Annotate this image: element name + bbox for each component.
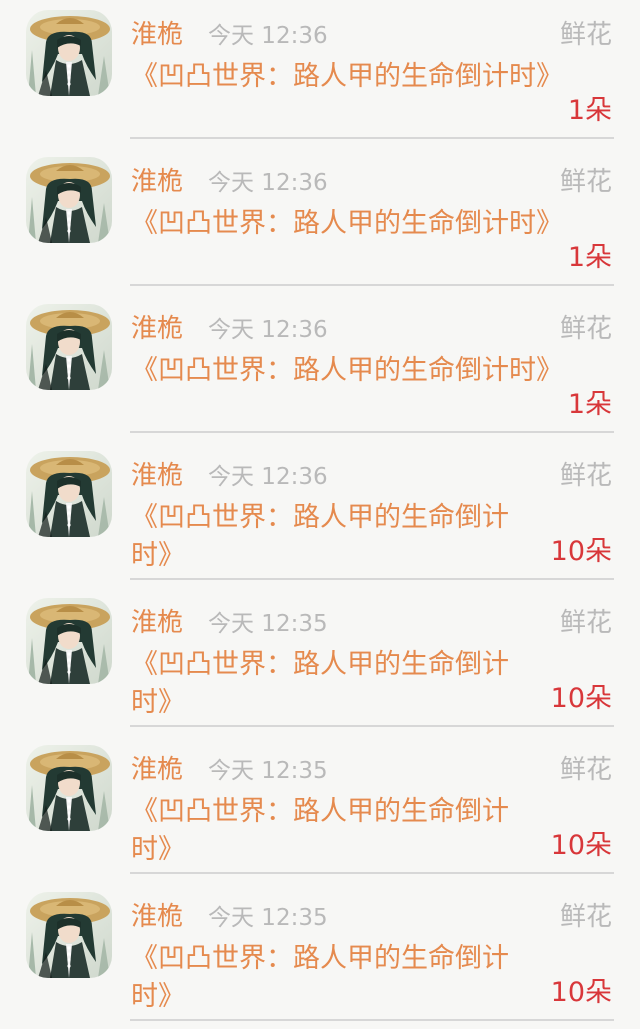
gift-record-item[interactable]: 淮桅 今天 12:36 鲜花 《凹凸世界：路人甲的生命倒计时》 1朵 bbox=[0, 294, 640, 441]
book-title[interactable]: 《凹凸世界：路人甲的生命倒计时》 bbox=[131, 940, 531, 1016]
sender-name[interactable]: 淮桅 bbox=[131, 460, 183, 492]
avatar[interactable] bbox=[26, 745, 112, 831]
gift-count: 1朵 bbox=[567, 95, 612, 126]
gift-type-label: 鲜花 bbox=[559, 167, 612, 197]
gift-count: 1朵 bbox=[567, 242, 612, 273]
gift-type-label: 鲜花 bbox=[559, 755, 612, 785]
sender-name[interactable]: 淮桅 bbox=[131, 901, 183, 933]
gift-record-item[interactable]: 淮桅 今天 12:35 鲜花 《凹凸世界：路人甲的生命倒计时》 10朵 bbox=[0, 882, 640, 1029]
gift-type-label: 鲜花 bbox=[559, 608, 612, 638]
gift-count: 10朵 bbox=[550, 536, 612, 567]
timestamp: 今天 12:36 bbox=[208, 317, 328, 343]
book-title[interactable]: 《凹凸世界：路人甲的生命倒计时》 bbox=[131, 499, 531, 575]
avatar[interactable] bbox=[26, 598, 112, 684]
divider bbox=[130, 725, 614, 727]
book-title[interactable]: 《凹凸世界：路人甲的生命倒计时》 bbox=[131, 793, 531, 869]
book-title[interactable]: 《凹凸世界：路人甲的生命倒计时》 bbox=[131, 205, 563, 243]
divider bbox=[130, 872, 614, 874]
avatar[interactable] bbox=[26, 451, 112, 537]
avatar[interactable] bbox=[26, 892, 112, 978]
divider bbox=[130, 578, 614, 580]
timestamp: 今天 12:35 bbox=[208, 905, 328, 931]
divider bbox=[130, 284, 614, 286]
gift-count: 10朵 bbox=[550, 830, 612, 861]
avatar[interactable] bbox=[26, 10, 112, 96]
avatar[interactable] bbox=[26, 304, 112, 390]
sender-name[interactable]: 淮桅 bbox=[131, 19, 183, 51]
timestamp: 今天 12:36 bbox=[208, 464, 328, 490]
timestamp: 今天 12:36 bbox=[208, 170, 328, 196]
gift-record-item[interactable]: 淮桅 今天 12:35 鲜花 《凹凸世界：路人甲的生命倒计时》 10朵 bbox=[0, 735, 640, 882]
gift-count: 10朵 bbox=[550, 977, 612, 1008]
gift-type-label: 鲜花 bbox=[559, 461, 612, 491]
divider bbox=[130, 1019, 614, 1021]
gift-record-item[interactable]: 淮桅 今天 12:36 鲜花 《凹凸世界：路人甲的生命倒计时》 1朵 bbox=[0, 0, 640, 147]
gift-type-label: 鲜花 bbox=[559, 20, 612, 50]
gift-type-label: 鲜花 bbox=[559, 902, 612, 932]
gift-record-item[interactable]: 淮桅 今天 12:36 鲜花 《凹凸世界：路人甲的生命倒计时》 1朵 bbox=[0, 147, 640, 294]
timestamp: 今天 12:35 bbox=[208, 611, 328, 637]
sender-name[interactable]: 淮桅 bbox=[131, 754, 183, 786]
gift-type-label: 鲜花 bbox=[559, 314, 612, 344]
divider bbox=[130, 431, 614, 433]
book-title[interactable]: 《凹凸世界：路人甲的生命倒计时》 bbox=[131, 646, 531, 722]
divider bbox=[130, 137, 614, 139]
gift-count: 1朵 bbox=[567, 389, 612, 420]
gift-record-item[interactable]: 淮桅 今天 12:36 鲜花 《凹凸世界：路人甲的生命倒计时》 10朵 bbox=[0, 441, 640, 588]
timestamp: 今天 12:36 bbox=[208, 23, 328, 49]
book-title[interactable]: 《凹凸世界：路人甲的生命倒计时》 bbox=[131, 58, 563, 96]
timestamp: 今天 12:35 bbox=[208, 758, 328, 784]
gift-record-list: 淮桅 今天 12:36 鲜花 《凹凸世界：路人甲的生命倒计时》 1朵 淮桅 今天… bbox=[0, 0, 640, 1028]
book-title[interactable]: 《凹凸世界：路人甲的生命倒计时》 bbox=[131, 352, 563, 390]
avatar[interactable] bbox=[26, 157, 112, 243]
gift-record-item[interactable]: 淮桅 今天 12:35 鲜花 《凹凸世界：路人甲的生命倒计时》 10朵 bbox=[0, 588, 640, 735]
sender-name[interactable]: 淮桅 bbox=[131, 313, 183, 345]
sender-name[interactable]: 淮桅 bbox=[131, 166, 183, 198]
gift-count: 10朵 bbox=[550, 683, 612, 714]
sender-name[interactable]: 淮桅 bbox=[131, 607, 183, 639]
